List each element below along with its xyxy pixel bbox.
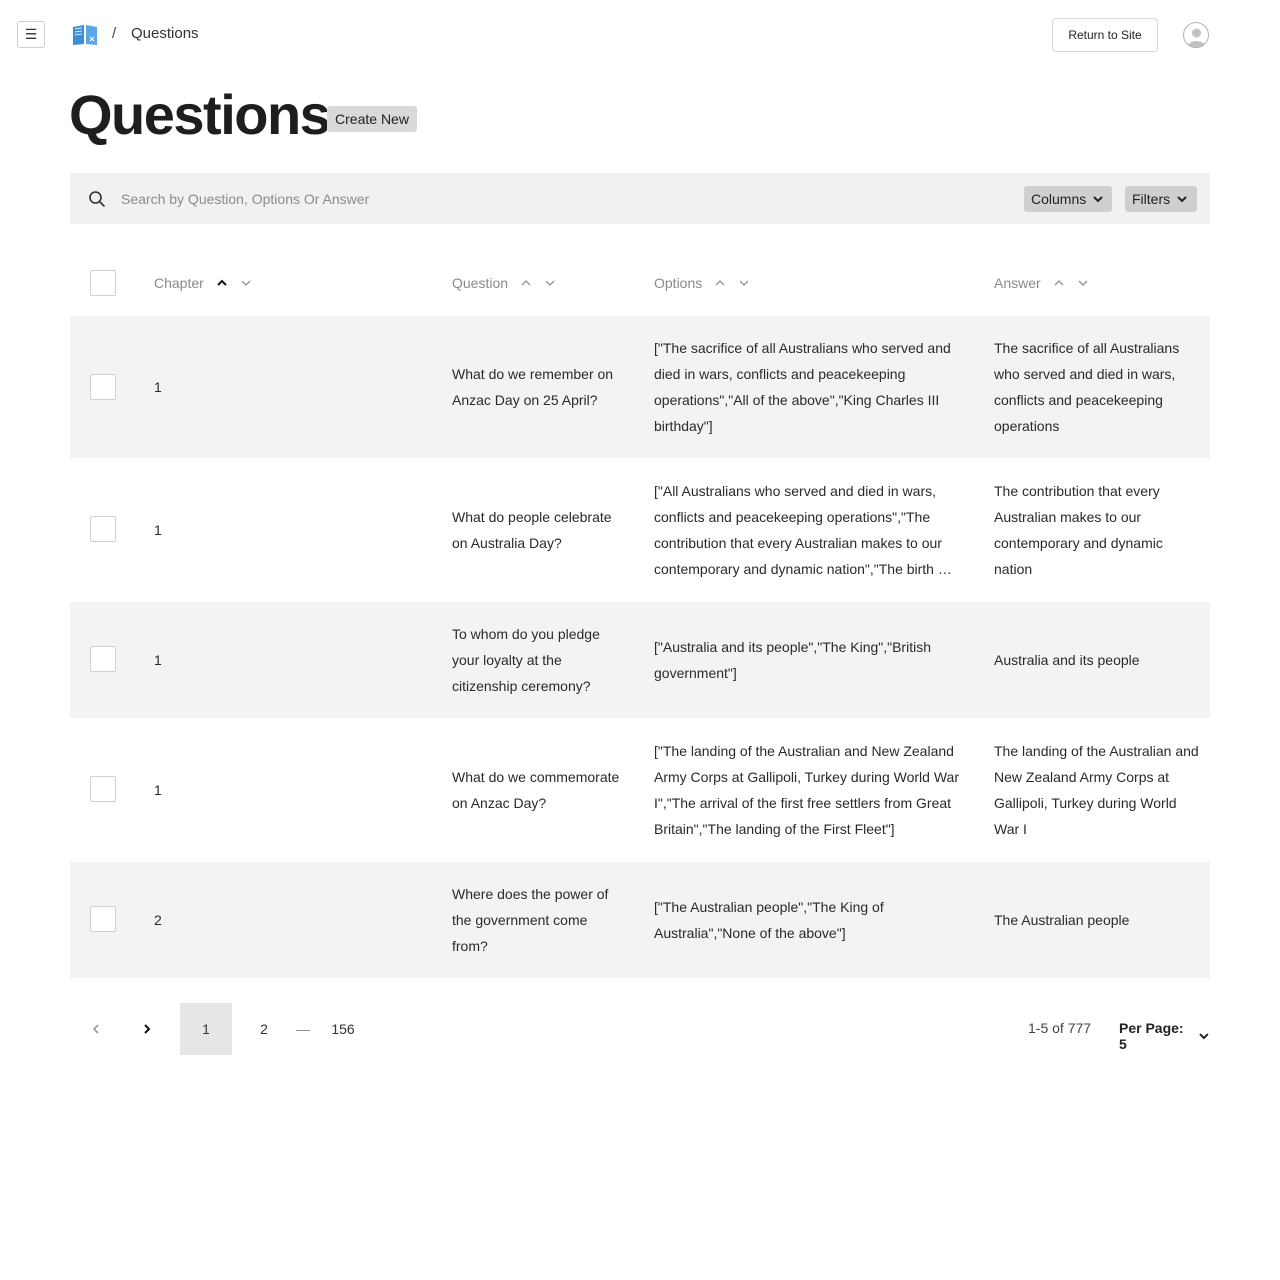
chevron-down-icon: [1199, 1033, 1209, 1040]
question-text: To whom do you pledge your loyalty at th…: [452, 626, 600, 694]
chapter-cell: 1: [154, 782, 162, 798]
column-header-label: Answer: [994, 275, 1041, 291]
column-header-answer[interactable]: Answer: [994, 275, 1089, 291]
table-row[interactable]: 1 What do we commemorate on Anzac Day? […: [70, 718, 1210, 862]
options-cell: ["The sacrifice of all Australians who s…: [654, 316, 959, 458]
per-page-dropdown[interactable]: Per Page: 5: [1119, 1020, 1210, 1052]
table-row[interactable]: 2 Where does the power of the government…: [70, 862, 1210, 978]
column-header-label: Chapter: [154, 275, 204, 291]
row-checkbox[interactable]: [90, 646, 116, 672]
chapter-cell: 2: [154, 912, 162, 928]
question-text: What do people celebrate on Australia Da…: [452, 509, 612, 551]
options-text: ["The sacrifice of all Australians who s…: [654, 340, 951, 434]
table-row[interactable]: 1 What do people celebrate on Australia …: [70, 458, 1210, 602]
menu-icon: ☰: [24, 26, 38, 42]
answer-text: Australia and its people: [994, 652, 1140, 668]
table-row[interactable]: 1 To whom do you pledge your loyalty at …: [70, 602, 1210, 718]
options-cell: ["Australia and its people","The King","…: [654, 602, 959, 718]
columns-label: Columns: [1031, 191, 1087, 207]
return-to-site-button[interactable]: Return to Site: [1052, 18, 1158, 52]
answer-cell: The contribution that every Australian m…: [994, 458, 1199, 602]
top-bar: ☰ / Questions Return to Site: [0, 0, 1280, 70]
chevron-down-icon: [1093, 196, 1103, 203]
question-text: What do we commemorate on Anzac Day?: [452, 769, 620, 811]
search-bar: Columns Filters: [70, 173, 1210, 224]
column-header-chapter[interactable]: Chapter: [154, 275, 252, 291]
breadcrumb-current: Questions: [131, 25, 199, 42]
answer-text: The landing of the Australian and New Ze…: [994, 743, 1199, 837]
row-checkbox[interactable]: [90, 906, 116, 932]
chapter-cell: 1: [154, 652, 162, 668]
question-cell: To whom do you pledge your loyalty at th…: [452, 602, 622, 718]
search-icon: [89, 191, 105, 207]
question-cell: Where does the power of the government c…: [452, 862, 622, 978]
answer-text: The sacrifice of all Australians who ser…: [994, 340, 1180, 434]
answer-cell: Australia and its people: [994, 602, 1199, 718]
options-text: ["Australia and its people","The King","…: [654, 639, 931, 681]
row-checkbox[interactable]: [90, 516, 116, 542]
sort-descending-icon[interactable]: [1077, 277, 1089, 289]
select-all-checkbox[interactable]: [90, 270, 116, 296]
row-checkbox[interactable]: [90, 776, 116, 802]
question-cell: What do people celebrate on Australia Da…: [452, 458, 622, 602]
question-cell: What do we commemorate on Anzac Day?: [452, 718, 622, 862]
page-button-1[interactable]: 1: [180, 1003, 232, 1055]
hamburger-menu-button[interactable]: ☰: [17, 21, 45, 48]
user-avatar[interactable]: [1183, 22, 1209, 48]
filters-label: Filters: [1132, 191, 1171, 207]
sort-ascending-icon[interactable]: [216, 277, 228, 289]
chevron-right-icon: [144, 1024, 151, 1034]
options-cell: ["All Australians who served and died in…: [654, 458, 959, 602]
book-logo-icon[interactable]: [72, 24, 98, 46]
breadcrumb-separator: /: [112, 25, 117, 42]
column-header-label: Question: [452, 275, 509, 291]
sort-descending-icon[interactable]: [738, 277, 750, 289]
chapter-cell: 1: [154, 522, 162, 538]
sort-ascending-icon[interactable]: [1053, 277, 1065, 289]
questions-table: Chapter Question Options Answer 1 What d…: [70, 250, 1210, 978]
answer-cell: The landing of the Australian and New Ze…: [994, 718, 1199, 862]
options-cell: ["The landing of the Australian and New …: [654, 718, 959, 862]
pagination-ellipsis: —: [296, 1021, 310, 1037]
column-header-label: Options: [654, 275, 703, 291]
column-header-options[interactable]: Options: [654, 275, 750, 291]
per-page-label: Per Page: 5: [1119, 1020, 1184, 1052]
answer-text: The Australian people: [994, 912, 1130, 928]
options-text: ["All Australians who served and died in…: [654, 483, 950, 577]
table-row[interactable]: 1 What do we remember on Anzac Day on 25…: [70, 316, 1210, 458]
answer-cell: The Australian people: [994, 862, 1199, 978]
question-text: Where does the power of the government c…: [452, 886, 609, 954]
previous-page-button[interactable]: [82, 1003, 110, 1055]
next-page-button[interactable]: [133, 1003, 161, 1055]
page-title: Questions: [69, 83, 331, 146]
options-text: ["The landing of the Australian and New …: [654, 743, 959, 837]
answer-text: The contribution that every Australian m…: [994, 483, 1163, 577]
table-header: Chapter Question Options Answer: [70, 250, 1210, 316]
chevron-left-icon: [92, 1024, 99, 1034]
options-text: ["The Australian people","The King of Au…: [654, 899, 884, 941]
sort-descending-icon[interactable]: [544, 277, 556, 289]
page-button-2[interactable]: 2: [250, 1003, 278, 1055]
question-text: What do we remember on Anzac Day on 25 A…: [452, 366, 614, 408]
sort-ascending-icon[interactable]: [714, 277, 726, 289]
answer-cell: The sacrifice of all Australians who ser…: [994, 316, 1199, 458]
filters-dropdown-button[interactable]: Filters: [1125, 186, 1197, 212]
results-range: 1-5 of 777: [1028, 1020, 1092, 1036]
sort-ascending-icon[interactable]: [520, 277, 532, 289]
chapter-cell: 1: [154, 379, 162, 395]
column-header-question[interactable]: Question: [452, 275, 556, 291]
sort-descending-icon[interactable]: [240, 277, 252, 289]
row-checkbox[interactable]: [90, 374, 116, 400]
page-button-last[interactable]: 156: [327, 1003, 359, 1055]
search-input[interactable]: [121, 187, 721, 211]
columns-dropdown-button[interactable]: Columns: [1024, 186, 1112, 212]
pagination: 1 2 — 156 1-5 of 777 Per Page: 5: [70, 1003, 1210, 1055]
chevron-down-icon: [1177, 196, 1187, 203]
options-cell: ["The Australian people","The King of Au…: [654, 862, 959, 978]
user-icon: [1187, 28, 1206, 47]
create-new-button[interactable]: Create New: [327, 106, 417, 132]
question-cell: What do we remember on Anzac Day on 25 A…: [452, 316, 622, 458]
